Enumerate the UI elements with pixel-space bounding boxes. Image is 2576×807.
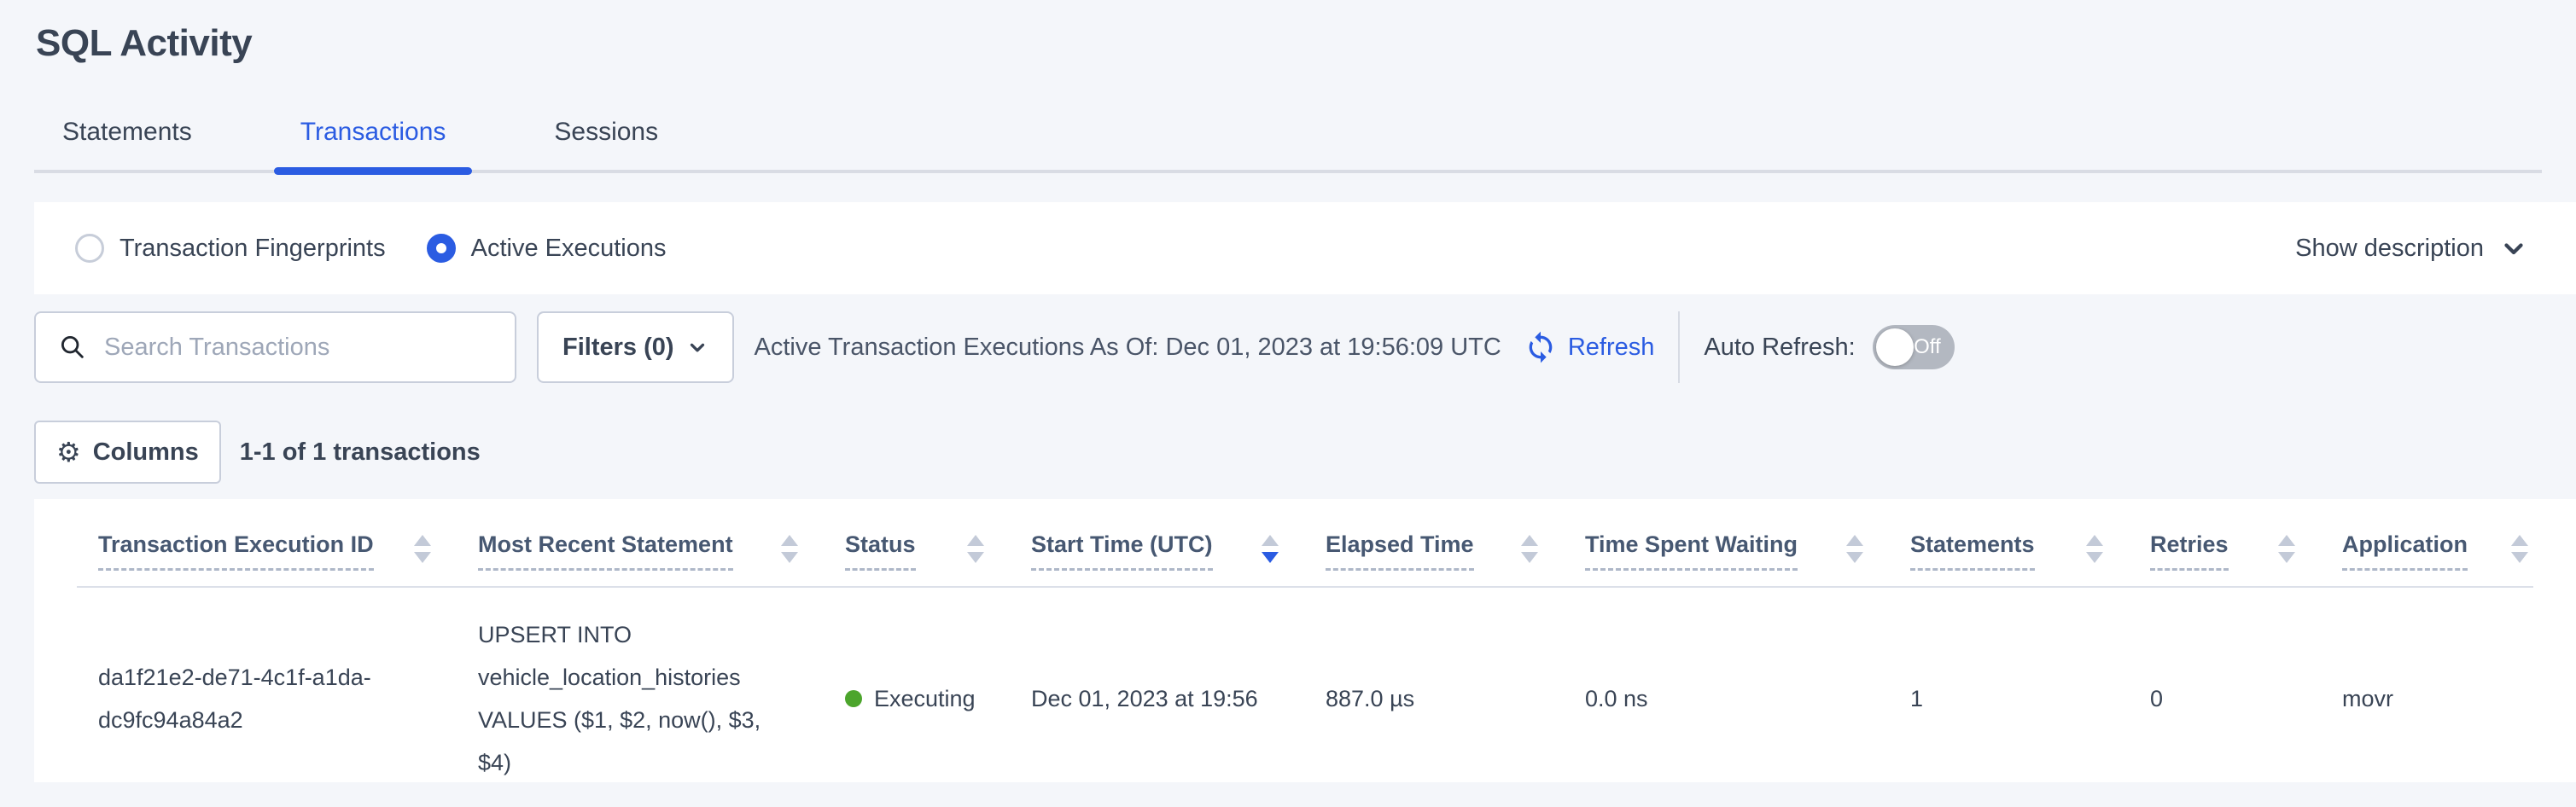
filters-button[interactable]: Filters (0) xyxy=(537,311,734,383)
chevron-down-icon xyxy=(686,336,708,358)
cell-status: Executing xyxy=(845,587,1031,782)
sort-icon[interactable] xyxy=(2086,535,2103,563)
gear-icon: ⚙ xyxy=(56,436,81,468)
sort-icon[interactable] xyxy=(1521,535,1538,563)
table-row: da1f21e2-de71-4c1f-a1da-dc9fc94a84a2 UPS… xyxy=(77,587,2533,782)
refresh-label: Refresh xyxy=(1568,334,1655,362)
radio-transaction-fingerprints[interactable]: Transaction Fingerprints xyxy=(75,234,386,263)
toolbar: Filters (0) Active Transaction Execution… xyxy=(34,311,2576,383)
auto-refresh-toggle[interactable]: Off xyxy=(1873,325,1955,369)
column-header-retries[interactable]: Retries xyxy=(2150,531,2229,571)
column-header-status[interactable]: Status xyxy=(845,531,916,571)
transactions-table-card: Transaction Execution ID Most Recent Sta… xyxy=(34,499,2576,782)
radio-label: Transaction Fingerprints xyxy=(119,235,386,263)
auto-refresh-label: Auto Refresh: xyxy=(1704,334,1855,362)
show-description-label: Show description xyxy=(2295,235,2484,263)
radio-unselected-icon[interactable] xyxy=(75,234,104,263)
search-icon xyxy=(58,333,87,362)
cell-application: movr xyxy=(2342,587,2533,782)
results-count: 1-1 of 1 transactions xyxy=(240,438,481,467)
radio-label: Active Executions xyxy=(471,235,667,263)
refresh-button[interactable]: Refresh xyxy=(1524,330,1655,364)
columns-button[interactable]: ⚙ Columns xyxy=(34,421,221,484)
sort-icon[interactable] xyxy=(414,535,431,563)
cell-statements: 1 xyxy=(1910,587,2150,782)
columns-label: Columns xyxy=(93,438,199,467)
sort-icon[interactable] xyxy=(2278,535,2295,563)
column-header-start-time[interactable]: Start Time (UTC) xyxy=(1031,531,1213,571)
cell-start-time: Dec 01, 2023 at 19:56 xyxy=(1031,587,1326,782)
toggle-knob[interactable] xyxy=(1876,328,1914,366)
cell-time-spent-waiting: 0.0 ns xyxy=(1585,587,1910,782)
status-label: Executing xyxy=(874,677,976,720)
cell-elapsed-time: 887.0 µs xyxy=(1326,587,1585,782)
sort-icon[interactable] xyxy=(2511,535,2528,563)
transactions-table: Transaction Execution ID Most Recent Sta… xyxy=(77,499,2533,782)
cell-most-recent-statement: UPSERT INTO vehicle_location_histories V… xyxy=(478,587,845,782)
column-header-time-spent-waiting[interactable]: Time Spent Waiting xyxy=(1585,531,1798,571)
status-executing-icon xyxy=(845,690,862,707)
sort-icon[interactable] xyxy=(967,535,984,563)
column-header-most-recent-statement[interactable]: Most Recent Statement xyxy=(478,531,733,571)
column-header-elapsed-time[interactable]: Elapsed Time xyxy=(1326,531,1474,571)
chevron-down-icon xyxy=(2499,234,2528,263)
table-header-row: Transaction Execution ID Most Recent Sta… xyxy=(77,499,2533,587)
column-header-transaction-execution-id[interactable]: Transaction Execution ID xyxy=(98,531,374,571)
refresh-icon xyxy=(1524,330,1558,364)
as-of-timestamp: Active Transaction Executions As Of: Dec… xyxy=(755,334,1501,362)
view-mode-card: Transaction Fingerprints Active Executio… xyxy=(34,202,2576,294)
sort-icon-active-desc[interactable] xyxy=(1262,535,1279,563)
show-description-toggle[interactable]: Show description xyxy=(2295,234,2528,263)
toggle-state-label: Off xyxy=(1914,335,1941,359)
active-tab-indicator xyxy=(274,167,472,175)
filters-label: Filters (0) xyxy=(562,334,674,362)
cell-retries: 0 xyxy=(2150,587,2342,782)
column-header-statements[interactable]: Statements xyxy=(1910,531,2035,571)
search-box[interactable] xyxy=(34,311,516,383)
tab-bar: Statements Transactions Sessions xyxy=(34,118,2542,173)
tab-statements[interactable]: Statements xyxy=(62,118,192,170)
table-controls: ⚙ Columns 1-1 of 1 transactions xyxy=(34,421,2576,484)
page-title: SQL Activity xyxy=(36,22,2576,65)
radio-active-executions[interactable]: Active Executions xyxy=(427,234,667,263)
column-header-application[interactable]: Application xyxy=(2342,531,2468,571)
sort-icon[interactable] xyxy=(781,535,798,563)
search-input[interactable] xyxy=(102,333,495,363)
cell-execution-id: da1f21e2-de71-4c1f-a1da-dc9fc94a84a2 xyxy=(77,587,478,782)
tab-sessions[interactable]: Sessions xyxy=(554,118,658,170)
tab-transactions[interactable]: Transactions xyxy=(300,118,446,170)
sort-icon[interactable] xyxy=(1846,535,1863,563)
radio-selected-icon[interactable] xyxy=(427,234,456,263)
divider xyxy=(1678,311,1680,383)
